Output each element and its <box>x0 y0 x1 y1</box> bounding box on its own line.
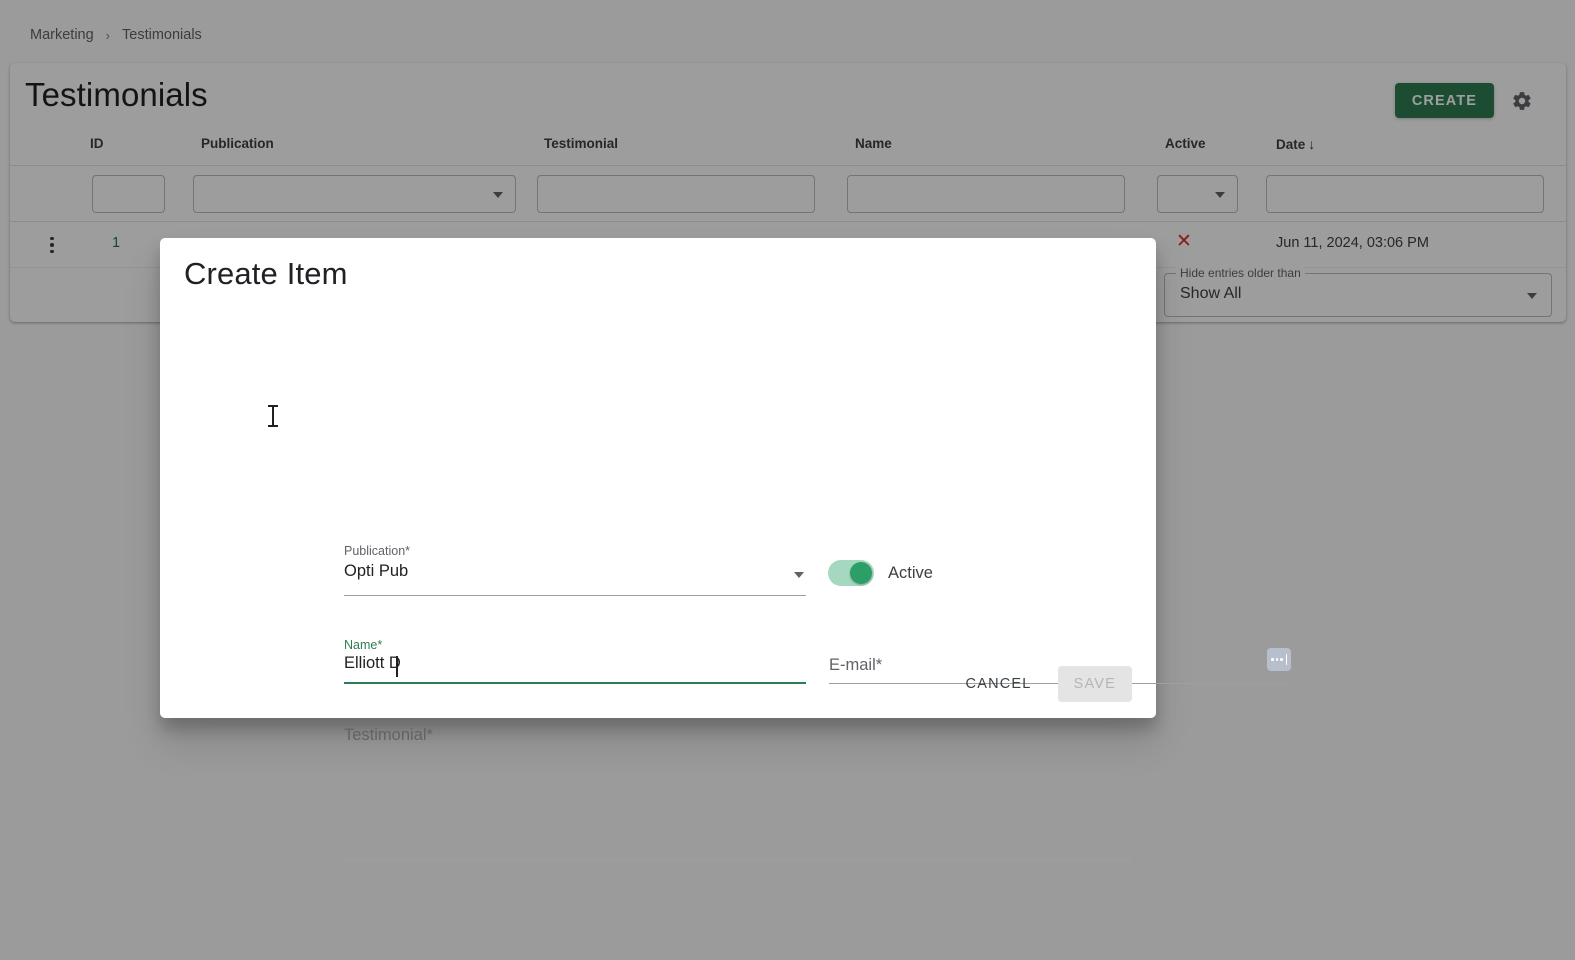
create-item-dialog: Create Item Publication* Opti Pub Active… <box>160 238 1291 860</box>
cancel-button[interactable]: CANCEL <box>950 666 1048 702</box>
text-caret <box>396 656 398 677</box>
testimonial-placeholder: Testimonial* <box>344 726 433 744</box>
name-underline-focused <box>344 682 806 684</box>
autofill-dots-icon[interactable] <box>1267 648 1291 671</box>
active-toggle-label: Active <box>888 563 933 582</box>
save-button: SAVE <box>1057 666 1132 702</box>
active-toggle-group: Active <box>828 560 933 586</box>
name-field[interactable]: Name* Elliott D <box>344 638 806 684</box>
resize-handle-icon[interactable] <box>1119 848 1129 858</box>
publication-underline <box>344 595 806 596</box>
testimonial-underline <box>344 859 1129 860</box>
publication-value: Opti Pub <box>344 562 409 580</box>
publication-label: Publication* <box>344 544 411 558</box>
email-placeholder: E-mail* <box>829 656 883 674</box>
publication-select[interactable]: Publication* Opti Pub <box>344 544 806 596</box>
dialog-title: Create Item <box>184 256 348 291</box>
dialog-actions: CANCEL SAVE <box>950 666 1132 702</box>
active-toggle-knob <box>850 562 872 584</box>
name-label: Name* <box>344 638 383 652</box>
testimonial-textarea[interactable]: Testimonial* <box>344 726 1129 860</box>
name-input[interactable]: Elliott D <box>344 654 401 673</box>
chevron-down-icon <box>794 572 804 578</box>
active-toggle[interactable] <box>828 560 874 586</box>
